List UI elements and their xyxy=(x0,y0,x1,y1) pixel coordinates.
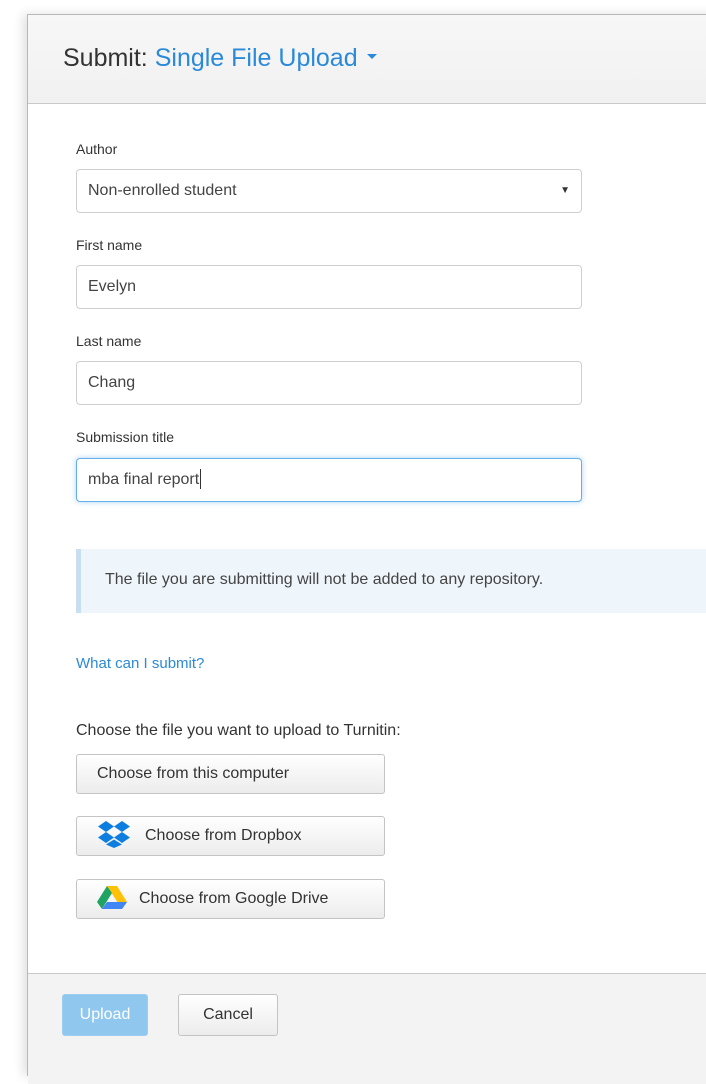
repository-info-box: The file you are submitting will not be … xyxy=(76,549,706,613)
last-name-label: Last name xyxy=(76,333,142,349)
modal-header: Submit: Single File Upload xyxy=(28,15,706,104)
upload-mode-dropdown[interactable]: Single File Upload xyxy=(155,44,377,72)
caret-down-icon xyxy=(366,53,377,59)
modal-footer: Upload Cancel xyxy=(28,973,706,1084)
choose-from-google-drive-label: Choose from Google Drive xyxy=(139,890,329,907)
submission-title-value: mba final report xyxy=(88,471,200,488)
text-cursor xyxy=(200,468,202,489)
repository-info-text: The file you are submitting will not be … xyxy=(105,571,544,588)
submit-modal: Submit: Single File Upload Author Non-en… xyxy=(27,14,706,1084)
author-select[interactable]: Non-enrolled student ▼ xyxy=(76,169,582,213)
what-can-i-submit-link[interactable]: What can I submit? xyxy=(76,655,204,672)
last-name-value: Chang xyxy=(88,374,136,391)
choose-from-computer-label: Choose from this computer xyxy=(97,765,290,782)
title-prefix: Submit: xyxy=(63,44,148,72)
submission-title-label: Submission title xyxy=(76,429,175,445)
choose-from-dropbox-label: Choose from Dropbox xyxy=(145,827,302,844)
last-name-input[interactable]: Chang xyxy=(76,361,582,405)
dropbox-icon xyxy=(97,820,131,853)
upload-button[interactable]: Upload xyxy=(62,994,148,1036)
choose-file-prompt: Choose the file you want to upload to Tu… xyxy=(76,722,401,739)
modal-title: Submit: Single File Upload xyxy=(63,43,377,73)
first-name-input[interactable]: Evelyn xyxy=(76,265,582,309)
upload-mode-label: Single File Upload xyxy=(154,44,358,72)
cancel-button[interactable]: Cancel xyxy=(178,994,278,1036)
choose-from-dropbox-button[interactable]: Choose from Dropbox xyxy=(76,816,385,856)
choose-from-computer-button[interactable]: Choose from this computer xyxy=(76,754,385,794)
first-name-label: First name xyxy=(76,237,143,253)
google-drive-icon xyxy=(97,885,127,914)
first-name-value: Evelyn xyxy=(88,278,137,295)
author-label: Author xyxy=(76,141,118,157)
choose-from-google-drive-button[interactable]: Choose from Google Drive xyxy=(76,879,385,919)
author-selected-value: Non-enrolled student xyxy=(88,182,237,199)
select-caret-icon: ▼ xyxy=(560,185,570,196)
submission-title-input[interactable]: mba final report xyxy=(76,458,582,502)
